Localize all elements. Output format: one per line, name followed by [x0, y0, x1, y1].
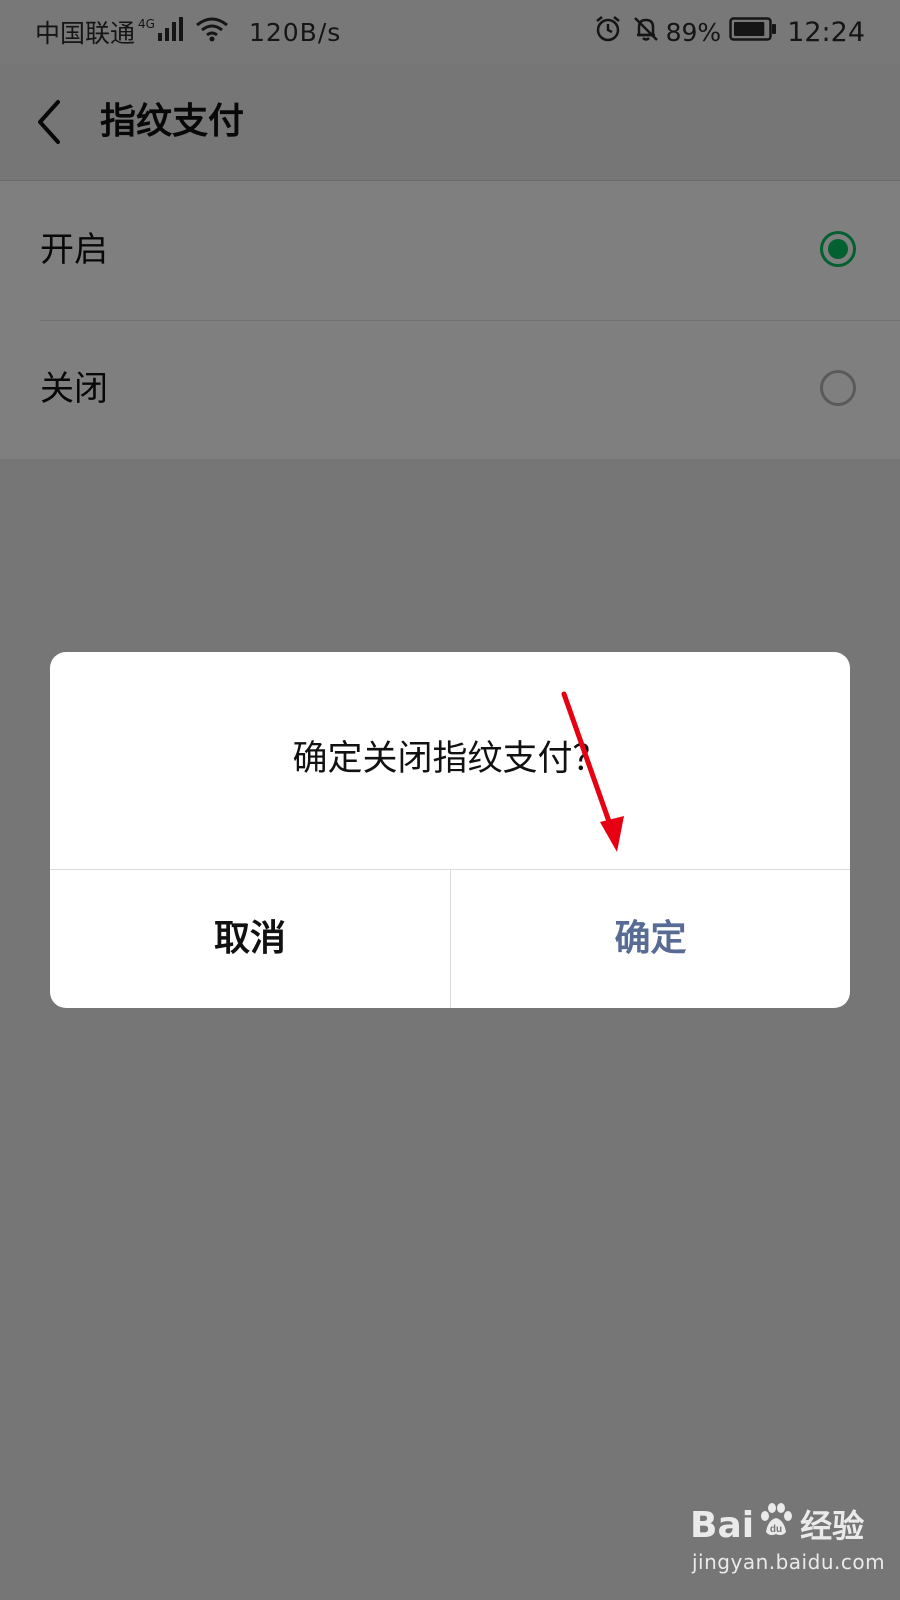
watermark-brand-right: 经验	[800, 1507, 865, 1545]
svg-text:du: du	[770, 1524, 782, 1535]
baidu-watermark: Bai du 经验 jingyan.baidu.com	[690, 1500, 890, 1590]
paw-icon: du	[756, 1500, 796, 1552]
annotation-arrow-icon	[561, 691, 624, 852]
confirm-button[interactable]: 确定	[451, 870, 850, 1008]
dialog-message: 确定关闭指纹支付？	[292, 739, 608, 779]
watermark-brand: Bai du 经验	[690, 1500, 864, 1552]
watermark-url: jingyan.baidu.com	[692, 1550, 886, 1574]
watermark-brand-left: Bai	[690, 1505, 755, 1546]
cancel-button[interactable]: 取消	[50, 870, 450, 1008]
confirm-dialog: 确定关闭指纹支付？ 取消 确定	[50, 652, 850, 1008]
